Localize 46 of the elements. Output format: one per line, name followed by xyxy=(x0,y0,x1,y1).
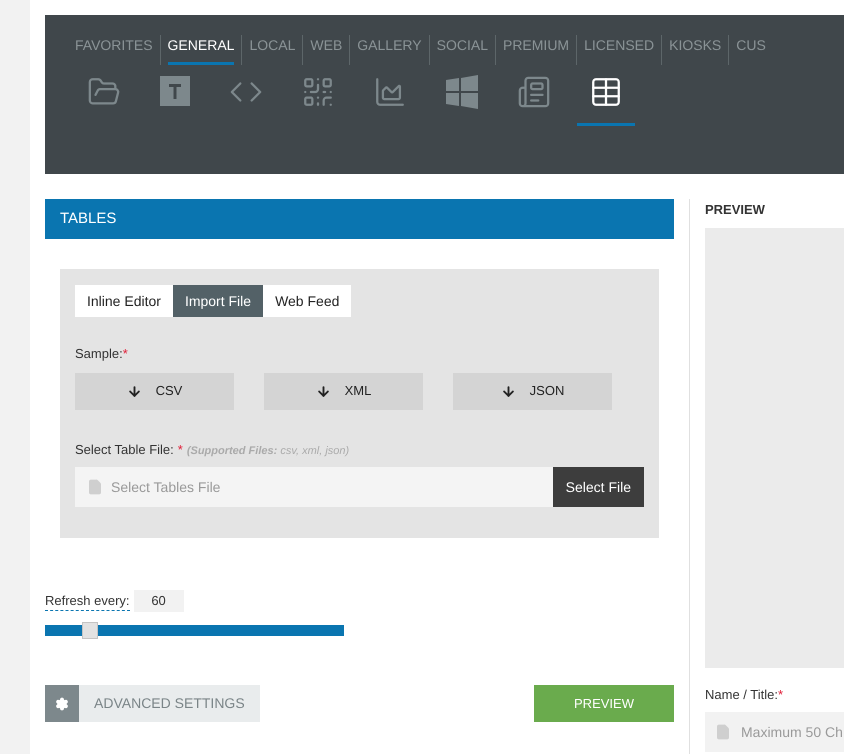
required-mark: * xyxy=(122,345,128,363)
area-chart-icon xyxy=(373,75,407,109)
category-tab[interactable]: LOCAL xyxy=(249,35,296,65)
source-tab[interactable]: Web Feed xyxy=(263,285,352,317)
required-mark: * xyxy=(178,440,183,458)
select-file-button[interactable]: Select File xyxy=(552,467,644,507)
source-tab[interactable]: Inline Editor xyxy=(75,285,173,317)
table-icon xyxy=(589,75,623,109)
name-label: Name / Title: xyxy=(705,686,778,704)
category-tab[interactable]: KIOSKS xyxy=(669,35,722,65)
category-tab[interactable]: WEB xyxy=(310,35,342,65)
file-field[interactable]: Select Tables File xyxy=(75,467,553,507)
newspaper-icon xyxy=(517,75,551,109)
qr-code-icon xyxy=(301,75,335,109)
preview-title: PREVIEW xyxy=(705,201,766,219)
download-sample-button[interactable]: JSON xyxy=(453,372,612,410)
section-header: TABLES xyxy=(45,199,674,239)
category-tab[interactable]: CUS xyxy=(736,35,766,65)
widget-type-button[interactable] xyxy=(577,75,635,126)
category-tab[interactable]: SOCIAL xyxy=(436,35,488,65)
source-tab[interactable]: Import File xyxy=(172,285,264,317)
name-field[interactable]: Maximum 50 Ch xyxy=(705,712,844,752)
category-tab[interactable]: GENERAL xyxy=(168,35,234,65)
category-tab[interactable]: PREMIUM xyxy=(502,35,570,65)
advanced-settings-button[interactable]: ADVANCED SETTINGS xyxy=(45,685,260,722)
slider-thumb[interactable] xyxy=(82,622,98,639)
file-icon xyxy=(87,479,103,495)
download-sample-button[interactable]: XML xyxy=(264,372,423,410)
download-sample-button[interactable]: CSV xyxy=(75,372,234,410)
windows-icon xyxy=(445,75,479,109)
settings-icon xyxy=(55,696,69,710)
refresh-label: Refresh every: xyxy=(45,590,130,612)
sample-label: Sample: xyxy=(75,345,123,363)
down-arrow-icon xyxy=(500,384,516,398)
file-icon xyxy=(715,724,731,740)
category-tab[interactable]: FAVORITES xyxy=(75,35,153,65)
down-arrow-icon xyxy=(316,384,331,398)
down-arrow-icon xyxy=(126,384,142,398)
text-icon xyxy=(159,75,191,107)
category-tab[interactable]: LICENSED xyxy=(584,35,654,65)
refresh-input[interactable]: 60 xyxy=(134,590,184,612)
required-mark: * xyxy=(778,686,784,704)
file-label: Select Table File: xyxy=(75,440,174,458)
supported-files-hint: (Supported Files: csv, xml, json) xyxy=(186,444,350,458)
category-tab[interactable]: GALLERY xyxy=(357,35,422,65)
preview-button[interactable]: PREVIEW xyxy=(534,685,674,722)
